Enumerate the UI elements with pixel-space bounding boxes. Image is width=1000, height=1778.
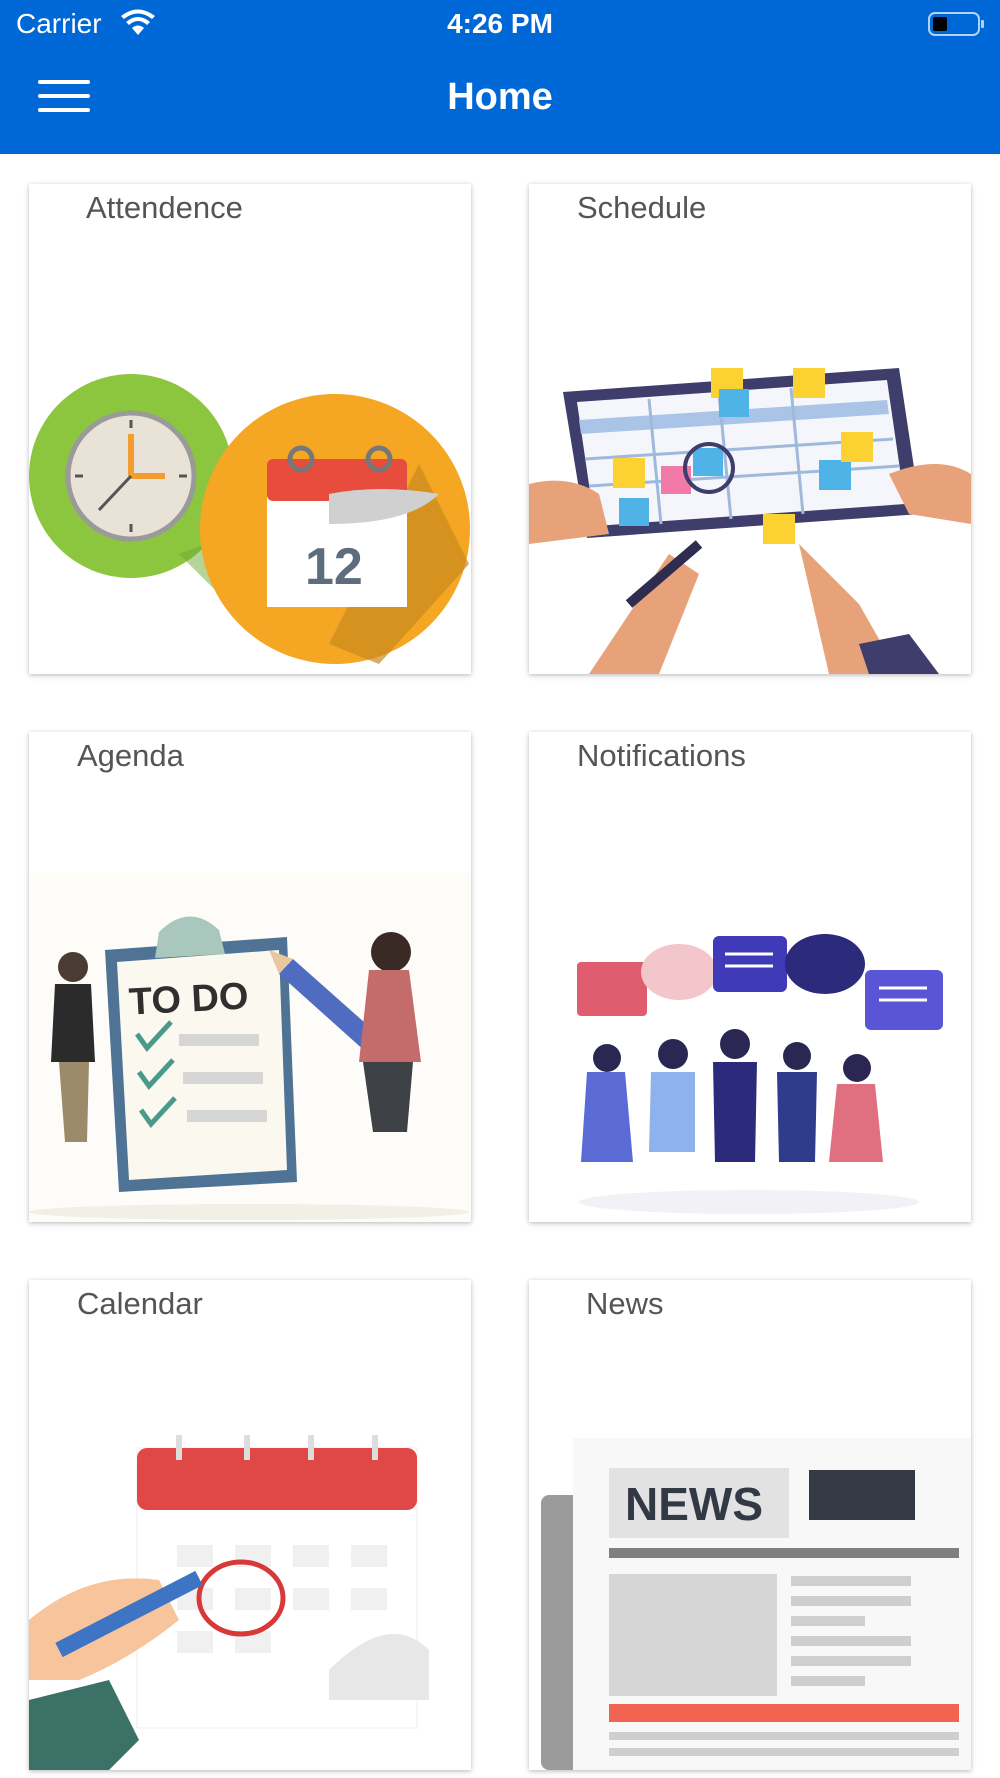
tile-label: Calendar [77,1286,203,1321]
page-title: Home [447,76,553,118]
todo-heading-text: TO DO [128,975,250,1023]
tile-label: News [586,1286,664,1321]
status-bar: Carrier 4:26 PM [0,0,1000,52]
tile-label: Attendence [86,190,243,225]
clock-calendar-illustration: 12 [29,374,470,664]
battery-icon [928,12,984,36]
tile-news[interactable]: News NEWS [529,1280,971,1770]
newspaper-illustration: NEWS [541,1438,971,1770]
status-time: 4:26 PM [447,8,553,39]
calendar-day-text: 12 [305,538,363,596]
calendar-illustration [29,1435,429,1770]
app-header: Carrier 4:26 PM Home [0,0,1000,154]
tile-label: Schedule [577,190,707,225]
todo-clipboard-illustration: TO DO [29,872,471,1222]
people-speech-bubbles-illustration [577,934,943,1214]
tile-label: Notifications [577,738,746,773]
tile-notifications[interactable]: Notifications [529,732,971,1222]
schedule-board-illustration [529,368,971,674]
tile-attendence[interactable]: Attendence 12 [29,184,471,674]
news-heading-text: NEWS [625,1478,763,1530]
tile-schedule[interactable]: Schedule [529,184,971,674]
tile-agenda[interactable]: Agenda TO DO [29,732,471,1222]
tile-calendar[interactable]: Calendar [29,1280,471,1770]
tile-label: Agenda [77,738,184,773]
